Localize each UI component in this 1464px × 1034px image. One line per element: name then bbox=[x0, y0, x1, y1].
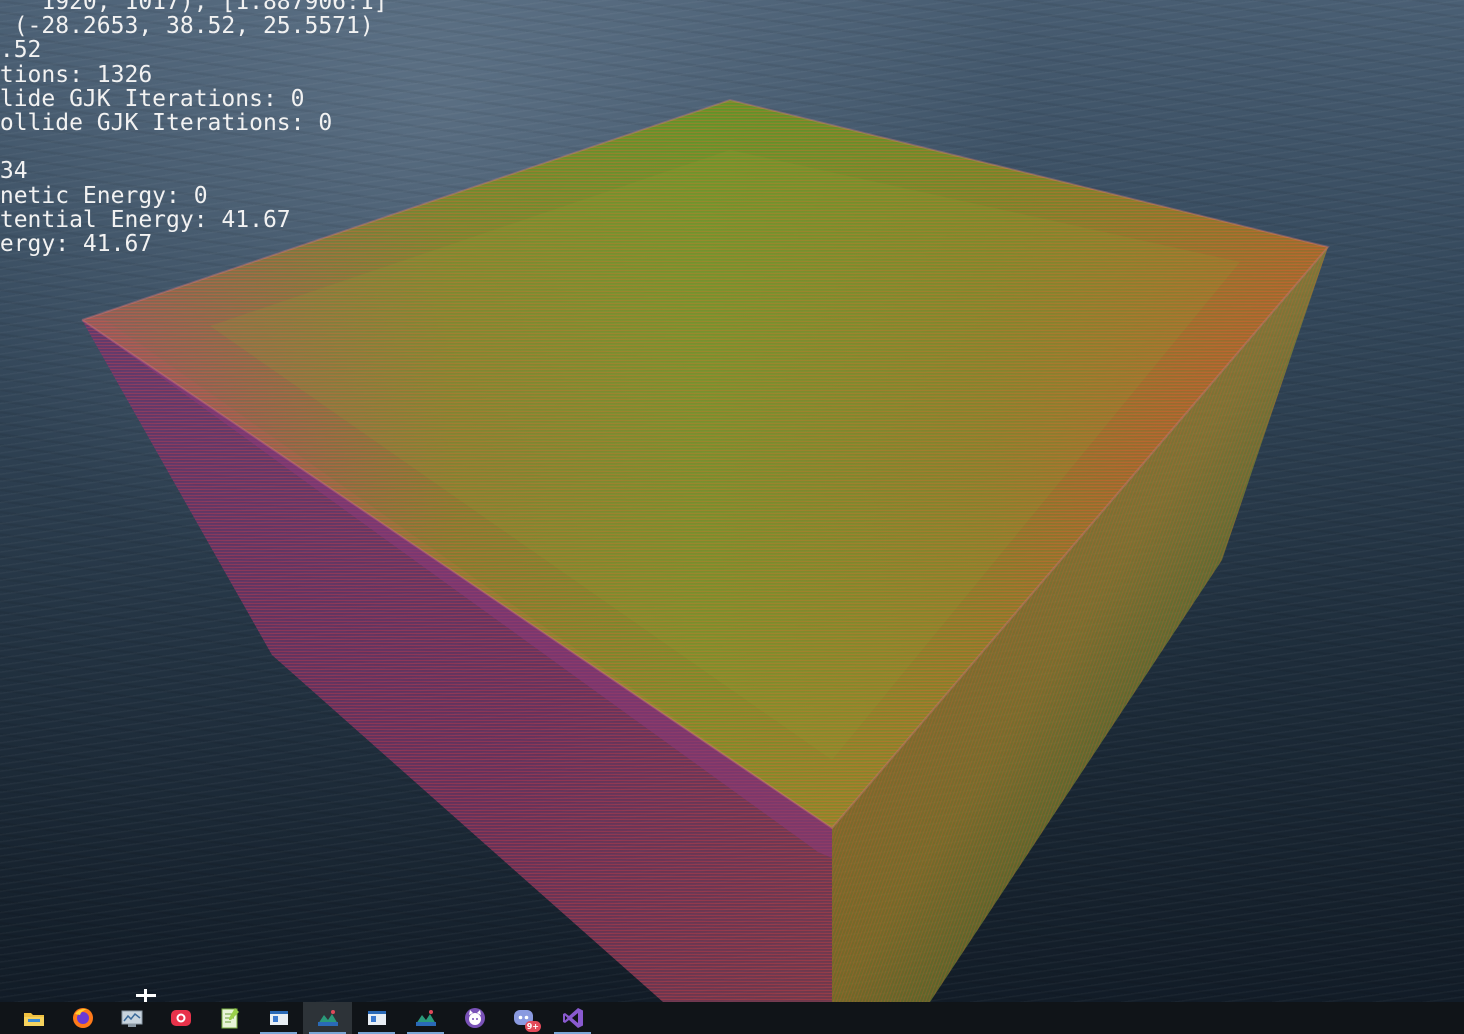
landscape-icon bbox=[415, 1010, 436, 1026]
debug-line: netic Energy: 0 bbox=[0, 182, 208, 209]
debug-line: lide GJK Iterations: 0 bbox=[0, 85, 305, 112]
debug-line: .52 bbox=[0, 37, 42, 64]
monitor-chart-icon bbox=[121, 1010, 142, 1027]
taskbar: 9+ bbox=[0, 1002, 1464, 1034]
taskbar-github-desktop[interactable] bbox=[450, 1002, 499, 1034]
octocat-icon bbox=[464, 1008, 485, 1028]
debug-line: tential Energy: 41.67 bbox=[0, 206, 291, 233]
camera-icon bbox=[170, 1010, 191, 1026]
visual-studio-icon bbox=[562, 1008, 583, 1028]
folder-icon bbox=[23, 1013, 44, 1026]
taskbar-performance-monitor[interactable] bbox=[107, 1002, 156, 1034]
crosshair-cursor-icon bbox=[136, 989, 156, 1002]
window-icon bbox=[367, 1011, 386, 1025]
taskbar-firefox[interactable] bbox=[58, 1002, 107, 1034]
viewport[interactable]: 1920, 1017), [1.887906:1] (-28.2653, 38.… bbox=[0, 0, 1464, 1002]
notepad-icon bbox=[221, 1008, 239, 1029]
firefox-icon bbox=[72, 1008, 93, 1028]
taskbar-notepad-plus[interactable] bbox=[205, 1002, 254, 1034]
taskbar-discord[interactable]: 9+ bbox=[499, 1002, 548, 1034]
debug-line: ollide GJK Iterations: 0 bbox=[0, 109, 333, 136]
taskbar-ocean-app-2[interactable] bbox=[401, 1002, 450, 1034]
landscape-icon bbox=[317, 1010, 338, 1026]
taskbar-app-window-2[interactable] bbox=[352, 1002, 401, 1034]
debug-line: tions: 1326 bbox=[0, 61, 153, 88]
taskbar-app-window-1[interactable] bbox=[254, 1002, 303, 1034]
debug-line: ergy: 41.67 bbox=[0, 230, 153, 257]
taskbar-file-explorer[interactable] bbox=[9, 1002, 58, 1034]
taskbar-visual-studio[interactable] bbox=[548, 1002, 597, 1034]
debug-line bbox=[0, 135, 388, 159]
notification-badge: 9+ bbox=[524, 1021, 541, 1032]
debug-line: (-28.2653, 38.52, 25.5571) bbox=[0, 13, 374, 40]
window-icon bbox=[269, 1011, 288, 1025]
debug-line: 34 bbox=[0, 158, 28, 185]
taskbar-ocean-app-1[interactable] bbox=[303, 1002, 352, 1034]
debug-stats-overlay: 1920, 1017), [1.887906:1] (-28.2653, 38.… bbox=[0, 0, 388, 256]
debug-line: 1920, 1017), [1.887906:1] bbox=[0, 0, 388, 15]
taskbar-screen-recorder[interactable] bbox=[156, 1002, 205, 1034]
